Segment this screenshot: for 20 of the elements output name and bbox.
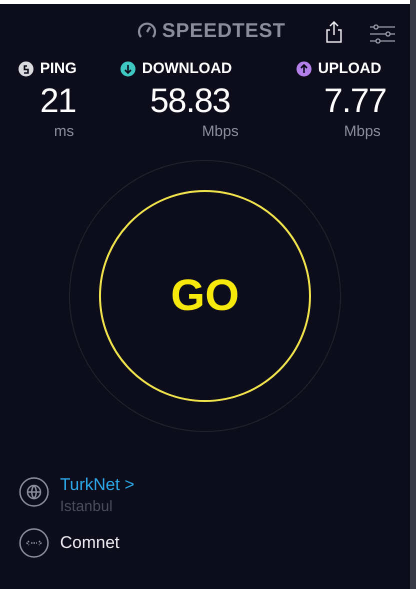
provider-link[interactable]: TurkNet > <box>60 472 134 498</box>
globe-icon <box>19 477 49 507</box>
metric-label: DOWNLOAD <box>142 59 232 79</box>
speedtest-logo: SPEEDTEST <box>162 19 286 44</box>
metric-label: UPLOAD <box>318 59 382 79</box>
share-icon <box>324 20 344 44</box>
metric-label: PING <box>40 59 77 79</box>
metric-unit: Mbps <box>343 122 382 142</box>
metric-unit: ms <box>53 122 75 142</box>
host-name: Comnet <box>60 532 120 554</box>
settings-button[interactable] <box>370 24 395 44</box>
metric-value: 7.77 <box>323 80 388 120</box>
location-text: Istanbul <box>60 496 114 516</box>
metric-unit: Mbps <box>201 122 240 142</box>
metric-value: 21 <box>39 80 77 120</box>
go-button[interactable]: GO <box>99 190 311 402</box>
share-button[interactable] <box>324 20 344 44</box>
metric-value: 58.83 <box>149 80 232 120</box>
settings-icon <box>370 24 395 44</box>
server-icon <box>19 528 49 558</box>
